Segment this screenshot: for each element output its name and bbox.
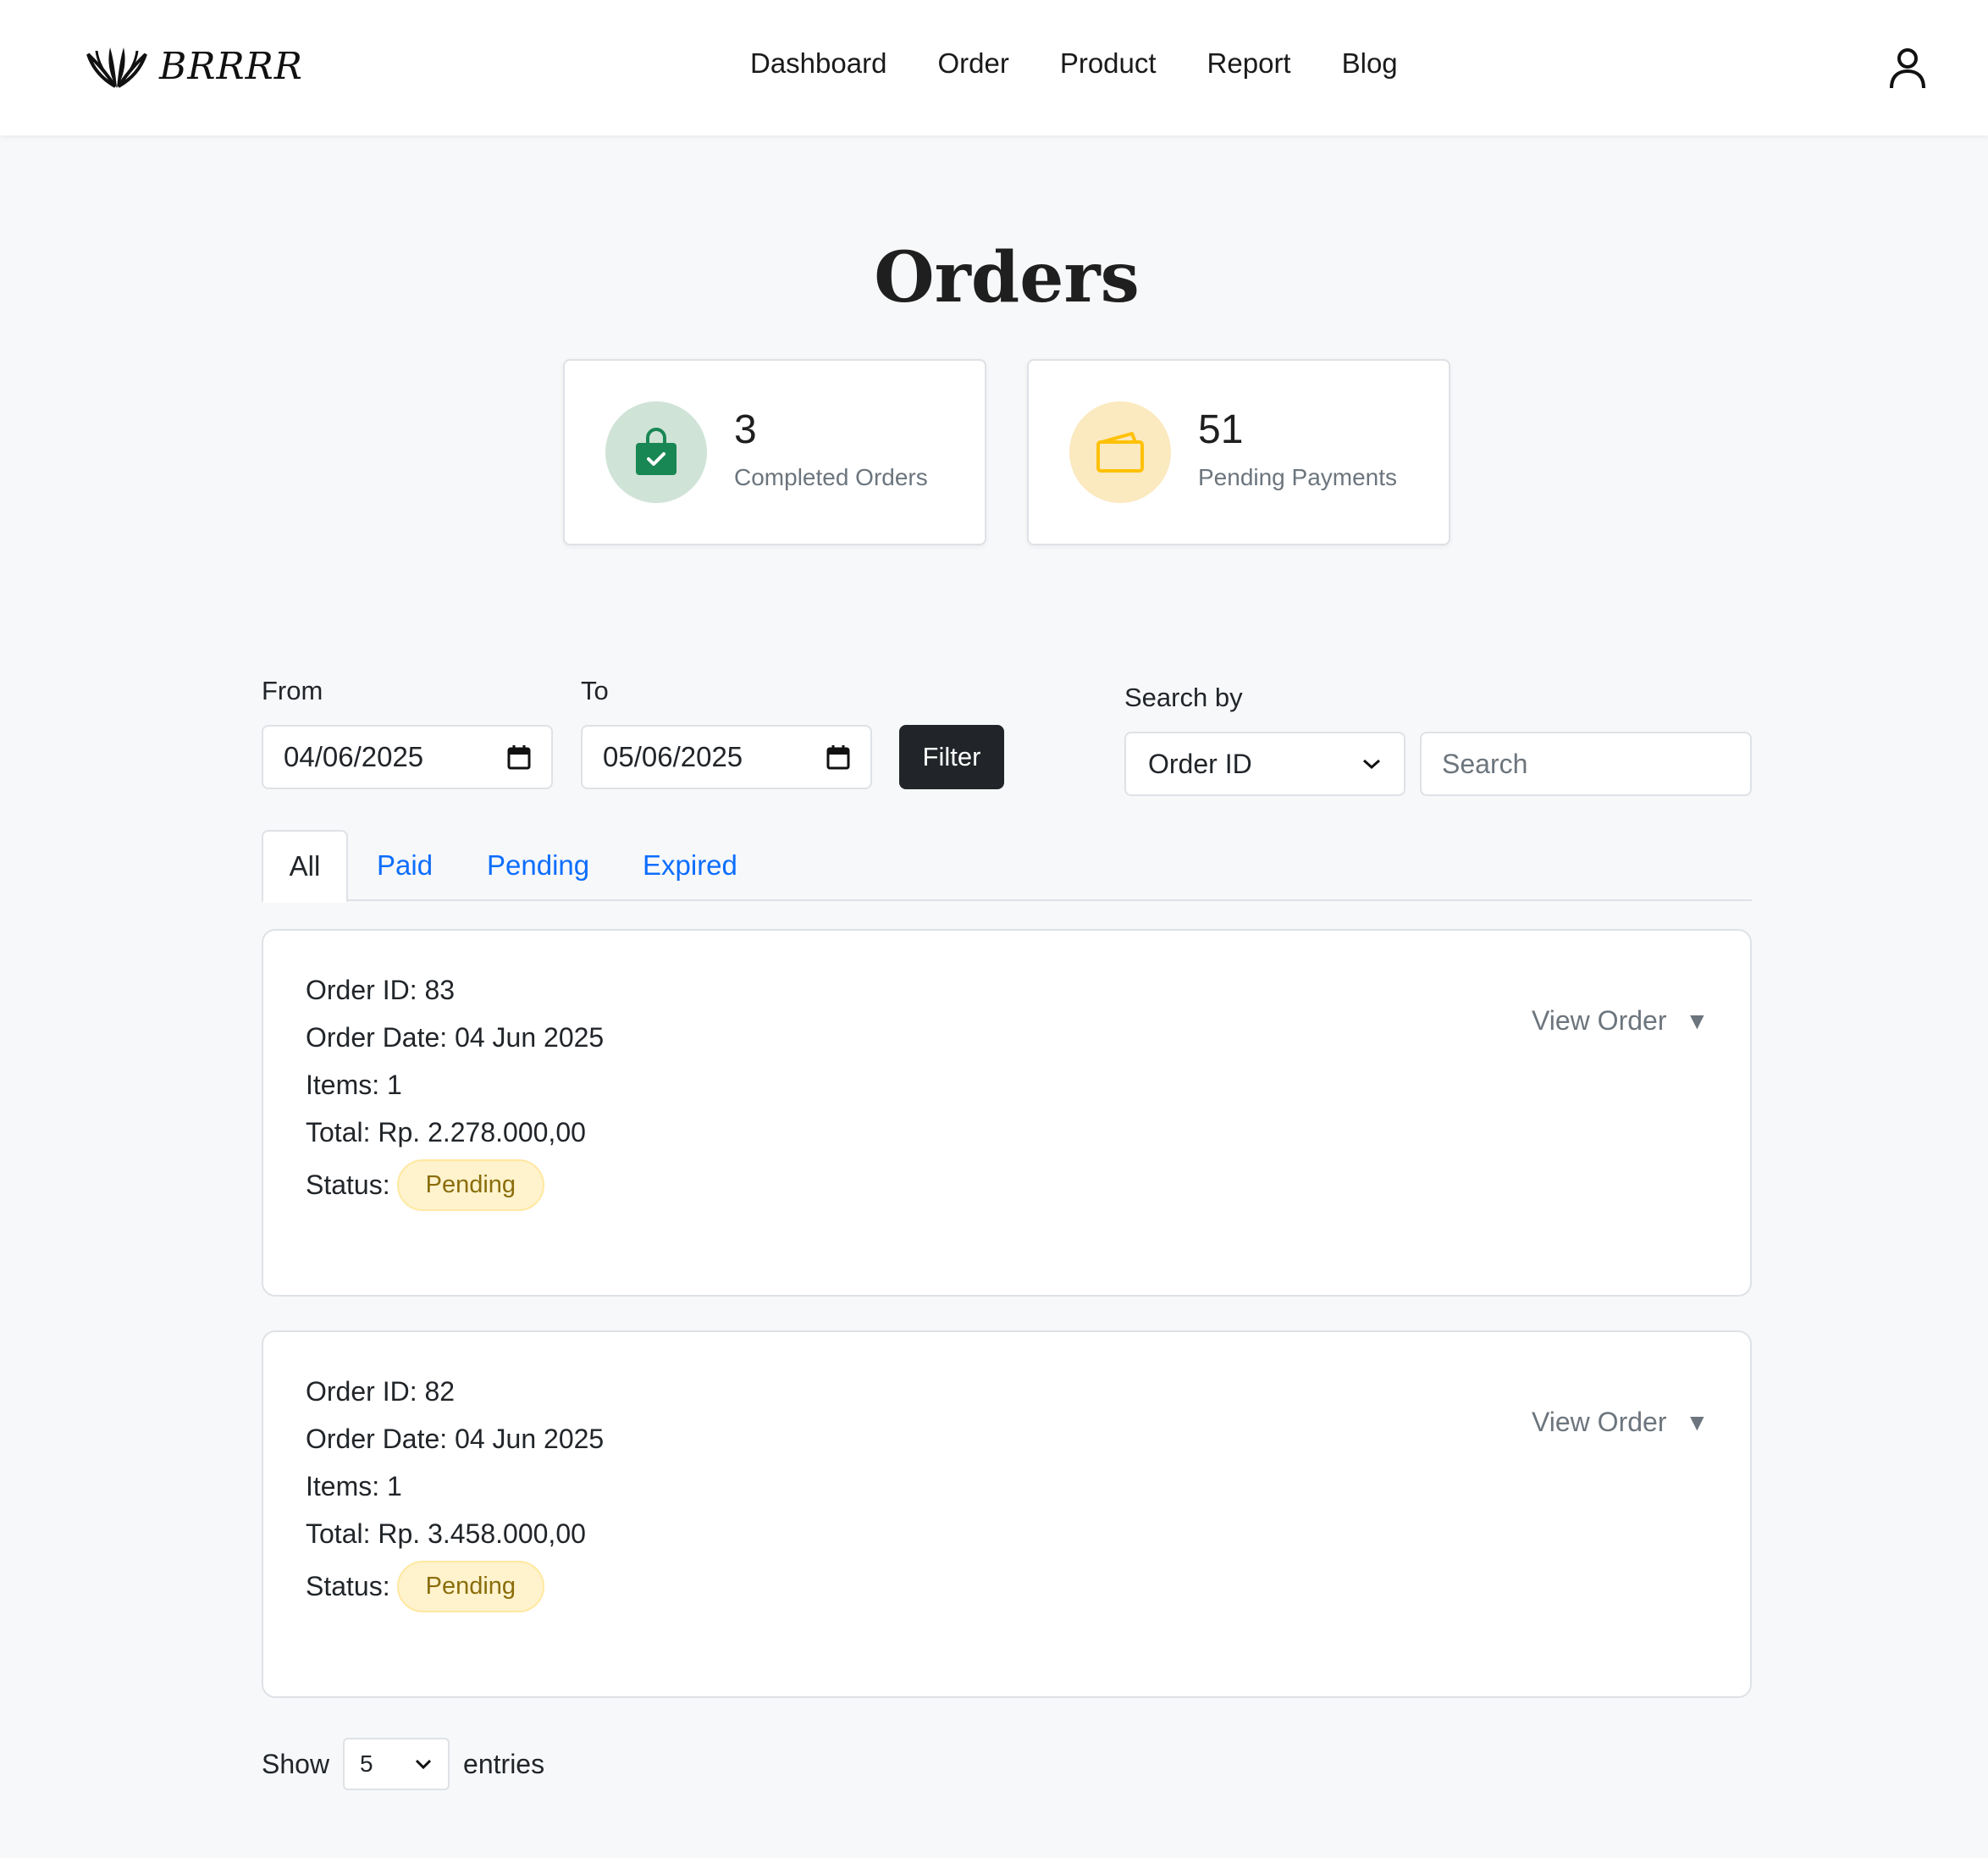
calendar-icon [826, 745, 850, 770]
order-status: Status: Pending [306, 1561, 545, 1612]
status-label: Status: [306, 1170, 390, 1200]
tab-paid[interactable]: Paid [377, 830, 433, 901]
entries-control: Show 5 entries [262, 1738, 544, 1790]
search-by-select[interactable]: Order ID [1124, 732, 1405, 796]
stat-value: 3 [734, 407, 757, 452]
brand-name: BRRRR [159, 44, 303, 88]
caret-down-icon: ▼ [1685, 1408, 1709, 1435]
order-total: Total: Rp. 3.458.000,00 [306, 1518, 586, 1549]
search-by-value: Order ID [1148, 748, 1252, 779]
order-total: Total: Rp. 2.278.000,00 [306, 1117, 586, 1147]
entries-value: 5 [360, 1750, 373, 1777]
status-tabs: All Paid Pending Expired [262, 830, 1752, 903]
status-label: Status: [306, 1571, 390, 1601]
status-badge: Pending [396, 1159, 545, 1211]
stat-card-completed-orders: 3 Completed Orders [563, 359, 986, 545]
view-order-button[interactable]: View Order ▼ [1532, 1005, 1709, 1037]
tab-expired[interactable]: Expired [643, 830, 737, 901]
to-date-value: 05/06/2025 [603, 741, 743, 772]
brand-logo[interactable]: BRRRR [85, 42, 303, 90]
order-date: Order Date: 04 Jun 2025 [306, 1424, 605, 1454]
entries-label: entries [463, 1748, 545, 1779]
view-order-label: View Order [1532, 1407, 1667, 1437]
user-icon [1890, 48, 1925, 89]
order-card: Order ID: 83 Order Date: 04 Jun 2025 Ite… [262, 929, 1752, 1297]
page-title: Orders [874, 237, 1140, 318]
stat-icon-bg [605, 401, 707, 503]
to-date-input[interactable]: 05/06/2025 [581, 725, 872, 789]
order-items: Items: 1 [306, 1070, 402, 1100]
filter-button[interactable]: Filter [899, 725, 1004, 789]
from-date-value: 04/06/2025 [284, 741, 424, 772]
navbar: BRRRR Dashboard Order Product Report Blo… [0, 0, 1988, 135]
order-card: Order ID: 82 Order Date: 04 Jun 2025 Ite… [262, 1330, 1752, 1698]
search-by-label: Search by [1124, 683, 1243, 712]
order-items: Items: 1 [306, 1471, 402, 1501]
from-label: From [262, 676, 323, 705]
nav-order[interactable]: Order [937, 47, 1008, 80]
nav-report[interactable]: Report [1207, 47, 1291, 80]
to-label: To [581, 676, 609, 705]
stat-value: 51 [1198, 407, 1244, 452]
view-order-label: View Order [1532, 1005, 1667, 1036]
stat-icon-bg [1069, 401, 1171, 503]
order-id: Order ID: 82 [306, 1376, 456, 1407]
nav-blog[interactable]: Blog [1342, 47, 1398, 80]
nav-dashboard[interactable]: Dashboard [750, 47, 886, 80]
order-date: Order Date: 04 Jun 2025 [306, 1022, 605, 1053]
order-id: Order ID: 83 [306, 975, 456, 1005]
view-order-button[interactable]: View Order ▼ [1532, 1407, 1709, 1438]
stat-label: Completed Orders [734, 464, 928, 490]
from-date-input[interactable]: 04/06/2025 [262, 725, 553, 789]
nav-product[interactable]: Product [1060, 47, 1157, 80]
stat-label: Pending Payments [1198, 464, 1398, 490]
user-account-button[interactable] [1888, 47, 1927, 90]
tab-all[interactable]: All [262, 830, 348, 903]
chevron-down-icon [1363, 759, 1380, 770]
chevron-down-icon [415, 1759, 432, 1770]
calendar-icon [507, 745, 531, 770]
order-status: Status: Pending [306, 1159, 545, 1211]
search-input[interactable] [1420, 732, 1752, 796]
show-label: Show [262, 1748, 330, 1779]
tab-pending[interactable]: Pending [487, 830, 589, 901]
lotus-logo-icon [86, 47, 147, 88]
wallet-icon [1096, 432, 1144, 473]
stat-card-pending-payments: 51 Pending Payments [1027, 359, 1450, 545]
caret-down-icon: ▼ [1685, 1007, 1709, 1034]
status-badge: Pending [396, 1561, 545, 1612]
main-nav: Dashboard Order Product Report Blog [750, 47, 1398, 80]
entries-select[interactable]: 5 [343, 1738, 450, 1790]
shopping-bag-check-icon [636, 428, 676, 475]
